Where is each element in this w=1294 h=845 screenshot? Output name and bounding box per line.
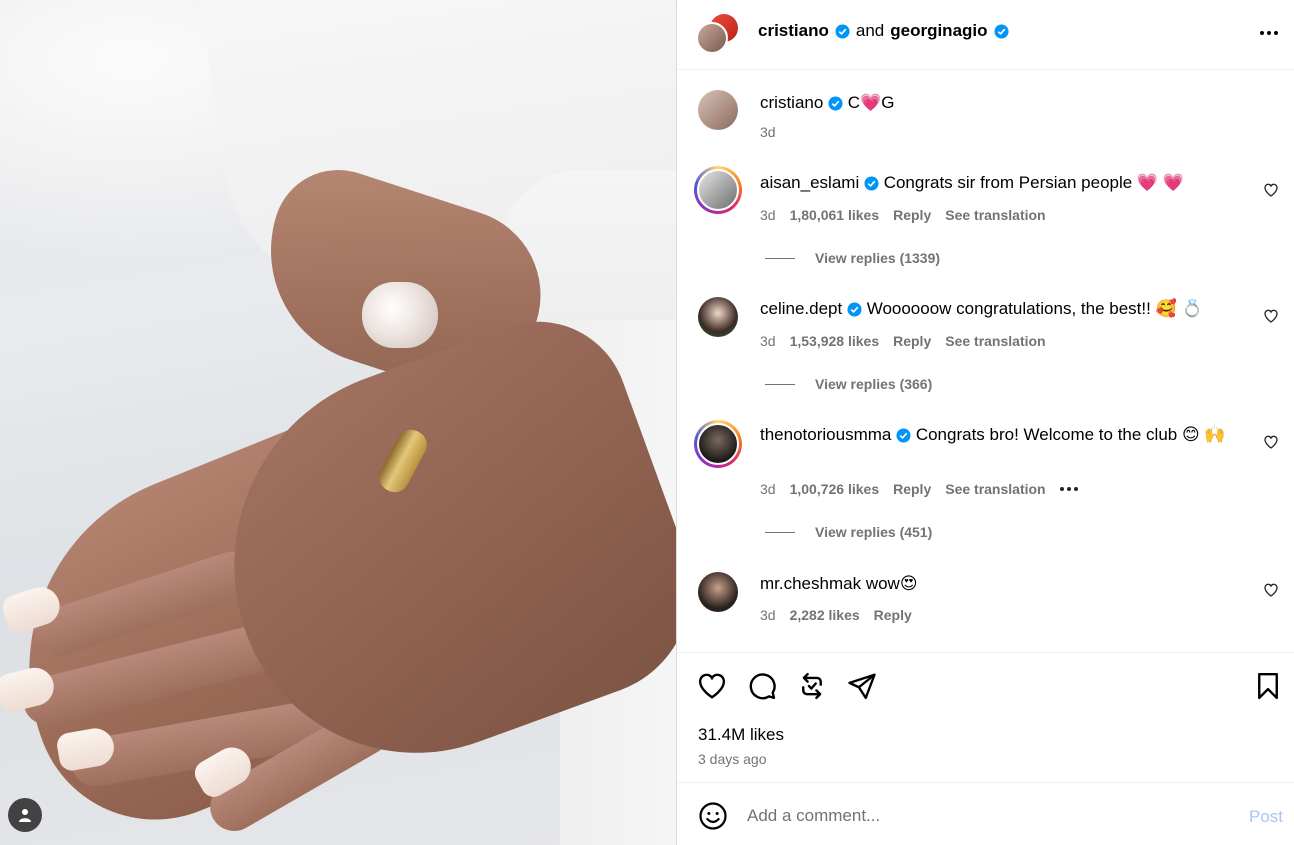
comment-meta: 3d 2,282 likes Reply: [760, 607, 912, 623]
verified-badge-icon: [896, 428, 911, 443]
avatar: [696, 22, 728, 54]
username-link[interactable]: celine.dept: [760, 299, 842, 318]
dot: [1267, 31, 1271, 35]
and-label: and: [855, 21, 885, 40]
share-paper-plane-icon[interactable]: [847, 671, 877, 701]
username-link[interactable]: cristiano: [760, 93, 823, 112]
collab-avatars[interactable]: [696, 14, 738, 54]
caption-meta: 3d: [760, 124, 776, 140]
view-replies-label: View replies (451): [815, 524, 933, 540]
verified-badge-icon: [835, 23, 850, 39]
caption-text-line: cristiano C💗G: [760, 92, 1230, 114]
post-comment-button[interactable]: Post: [1249, 807, 1283, 827]
comment-meta: 3d 1,00,726 likes Reply See translation: [760, 481, 1078, 497]
see-translation-button[interactable]: See translation: [945, 333, 1045, 349]
avatar[interactable]: [694, 420, 742, 468]
avatar[interactable]: [694, 166, 742, 214]
view-replies-button[interactable]: View replies (451): [765, 524, 932, 540]
dot: [1073, 487, 1078, 491]
comment-bubble-icon[interactable]: [747, 671, 777, 701]
post-header: cristiano and georginagio: [677, 0, 1294, 70]
see-translation-button[interactable]: See translation: [945, 207, 1045, 223]
add-comment-bar: Post: [677, 782, 1294, 845]
view-replies-label: View replies (366): [815, 376, 933, 392]
verified-badge-icon: [828, 96, 843, 111]
username-link[interactable]: aisan_eslami: [760, 173, 859, 192]
view-replies-button[interactable]: View replies (366): [765, 376, 932, 392]
view-replies-button[interactable]: View replies (1339): [765, 250, 940, 266]
caption-text: C💗G: [847, 93, 895, 112]
comment-text: wow😍: [865, 574, 918, 593]
dot: [1059, 487, 1064, 491]
reply-button[interactable]: Reply: [893, 333, 931, 349]
comment-text-line: thenotoriousmma Congrats bro! Welcome to…: [760, 424, 1230, 446]
see-translation-button[interactable]: See translation: [945, 481, 1045, 497]
avatar[interactable]: [698, 297, 738, 337]
collab-names: cristiano and georginagio: [758, 21, 1009, 41]
dot: [1260, 31, 1264, 35]
avatar[interactable]: [698, 572, 738, 612]
user-icon: [19, 809, 31, 822]
comment-meta: 3d 1,80,061 likes Reply See translation: [760, 207, 1046, 223]
comment-input[interactable]: [747, 803, 1207, 829]
timestamp[interactable]: 3d: [760, 124, 776, 140]
verified-badge-icon: [993, 23, 1009, 39]
like-comment-heart-icon[interactable]: [1263, 434, 1279, 450]
view-replies-label: View replies (1339): [815, 250, 941, 266]
reply-button[interactable]: Reply: [893, 207, 931, 223]
username-link[interactable]: georginagio: [890, 21, 987, 41]
verified-badge-icon: [864, 176, 879, 191]
dot: [1274, 31, 1278, 35]
reply-button[interactable]: Reply: [893, 481, 931, 497]
diamond-ring: [362, 282, 438, 348]
likes-count[interactable]: 2,282 likes: [790, 607, 860, 623]
dot: [1066, 487, 1071, 491]
timestamp[interactable]: 3d: [760, 607, 776, 623]
timestamp[interactable]: 3d: [760, 481, 776, 497]
username-link[interactable]: cristiano: [758, 21, 829, 41]
like-comment-heart-icon[interactable]: [1263, 582, 1279, 598]
likes-count[interactable]: 1,80,061 likes: [790, 207, 880, 223]
timestamp[interactable]: 3d: [760, 333, 776, 349]
comment-text: Congrats bro! Welcome to the club 😊 🙌: [915, 425, 1226, 444]
like-comment-heart-icon[interactable]: [1263, 182, 1279, 198]
username-link[interactable]: thenotoriousmma: [760, 425, 891, 444]
post-actions: 31.4M likes 3 days ago: [677, 652, 1294, 782]
timestamp[interactable]: 3d: [760, 207, 776, 223]
post-photo[interactable]: [0, 0, 676, 845]
username-link[interactable]: mr.cheshmak: [760, 574, 861, 593]
comment-text: Congrats sir from Persian people 💗 💗: [883, 173, 1184, 192]
comment-options-button[interactable]: [1059, 487, 1078, 491]
likes-count[interactable]: 1,00,726 likes: [790, 481, 880, 497]
reply-button[interactable]: Reply: [874, 607, 912, 623]
divider: [765, 383, 795, 385]
avatar[interactable]: [698, 90, 738, 130]
comment-text-line: mr.cheshmak wow😍: [760, 573, 1230, 595]
tagged-users-button[interactable]: [8, 798, 42, 832]
like-comment-heart-icon[interactable]: [1263, 308, 1279, 324]
repost-icon[interactable]: [797, 671, 827, 701]
divider: [765, 531, 795, 533]
likes-count[interactable]: 1,53,928 likes: [790, 333, 880, 349]
emoji-smiley-icon[interactable]: [698, 801, 728, 831]
divider: [765, 257, 795, 259]
comment-text-line: aisan_eslami Congrats sir from Persian p…: [760, 172, 1230, 194]
post-likes-count[interactable]: 31.4M likes: [698, 725, 784, 745]
comment-text: Woooooow congratulations, the best!! 🥰 💍: [866, 299, 1203, 318]
comment-meta: 3d 1,53,928 likes Reply See translation: [760, 333, 1046, 349]
save-bookmark-icon[interactable]: [1253, 671, 1283, 701]
more-options-button[interactable]: [1254, 22, 1284, 44]
comments-list[interactable]: cristiano C💗G 3d aisan_eslami Congrats s…: [677, 70, 1294, 652]
comment-text-line: celine.dept Woooooow congratulations, th…: [760, 298, 1230, 320]
like-heart-icon[interactable]: [697, 671, 727, 701]
post-timestamp[interactable]: 3 days ago: [698, 751, 767, 767]
verified-badge-icon: [847, 302, 862, 317]
post-side-panel: cristiano and georginagio cristiano C💗G …: [676, 0, 1294, 845]
